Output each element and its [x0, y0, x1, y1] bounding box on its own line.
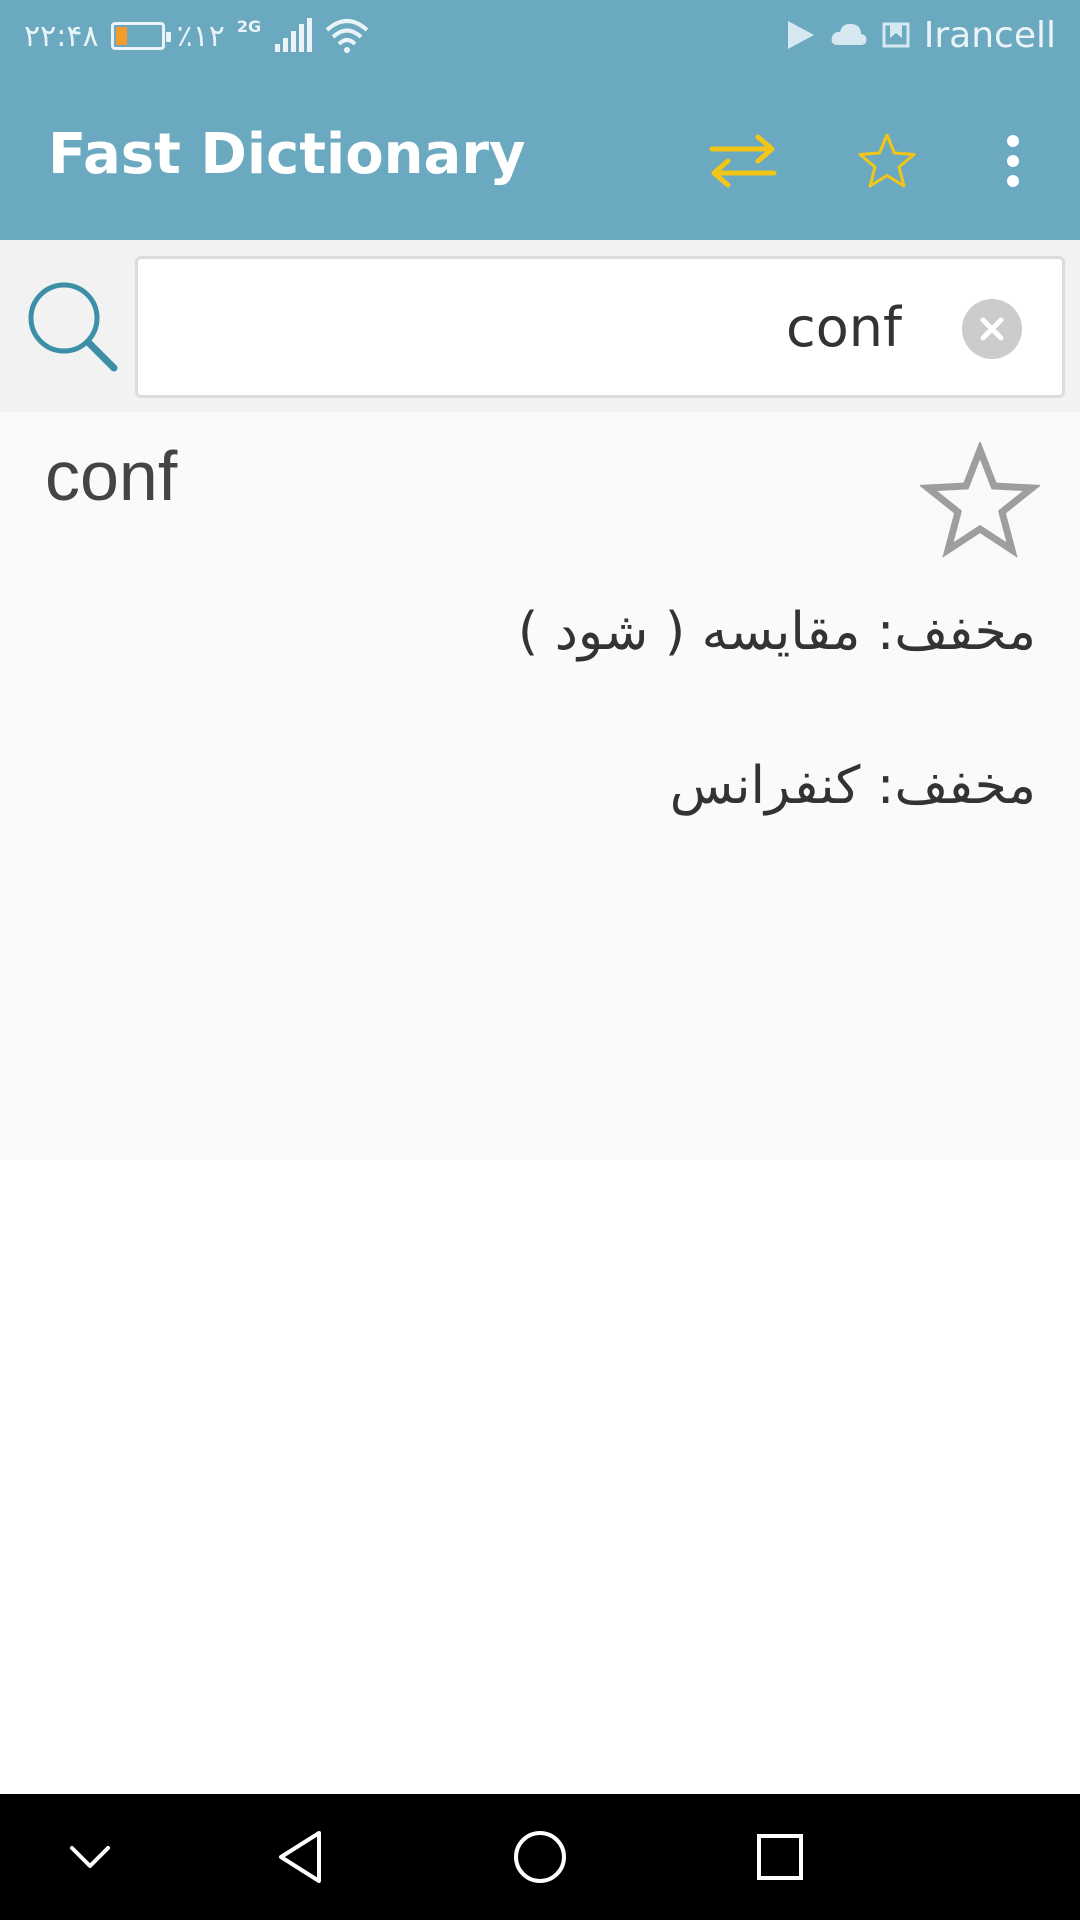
- swap-arrows-icon: [709, 134, 777, 188]
- app-title: Fast Dictionary: [48, 122, 526, 187]
- status-left: ۲۲:۴۸ ٪۱۲ 2G: [24, 16, 369, 56]
- signal-icon: [275, 18, 313, 52]
- collapse-chevron-icon: [70, 1846, 110, 1868]
- notification-icon: [882, 22, 910, 48]
- status-time: ۲۲:۴۸: [24, 18, 99, 54]
- result-card: conf مخفف: مقایسه ( شود ) مخفف: کنفرانس: [0, 412, 1080, 1160]
- favorite-star-icon: [858, 133, 916, 188]
- play-store-icon: [787, 21, 814, 49]
- search-input[interactable]: [182, 287, 902, 367]
- meaning-item: مخفف: کنفرانس: [669, 756, 1036, 816]
- clear-search-button[interactable]: [962, 299, 1022, 359]
- back-icon: [279, 1831, 321, 1883]
- bookmark-star-icon[interactable]: [920, 442, 1040, 562]
- more-vert-icon: [1007, 135, 1019, 187]
- search-bar: [0, 240, 1080, 412]
- home-button[interactable]: [500, 1822, 580, 1892]
- wifi-icon: [325, 19, 369, 53]
- result-word: conf: [45, 437, 178, 515]
- cloud-icon: [831, 23, 867, 45]
- home-icon: [514, 1831, 566, 1883]
- search-box[interactable]: [135, 256, 1065, 398]
- meaning-item: مخفف: مقایسه ( شود ): [517, 602, 1036, 662]
- search-icon[interactable]: [22, 278, 122, 378]
- clear-icon: [980, 317, 1004, 341]
- status-bar: ۲۲:۴۸ ٪۱۲ 2G Irancell: [0, 0, 1080, 70]
- app-bar: Fast Dictionary: [0, 70, 1080, 240]
- network-type: 2G: [236, 16, 262, 36]
- recents-button[interactable]: [740, 1822, 820, 1892]
- navigation-bar: [0, 1794, 1080, 1920]
- back-button[interactable]: [260, 1822, 340, 1892]
- battery-icon: [110, 22, 171, 50]
- status-right: Irancell: [786, 14, 1056, 56]
- more-options-button[interactable]: [968, 116, 1058, 206]
- swap-language-button[interactable]: [698, 116, 788, 206]
- carrier-name: Irancell: [923, 14, 1056, 56]
- favorites-button[interactable]: [842, 116, 932, 206]
- battery-text: ٪۱۲: [176, 18, 225, 54]
- collapse-nav-button[interactable]: [50, 1822, 130, 1892]
- recents-icon: [757, 1834, 803, 1880]
